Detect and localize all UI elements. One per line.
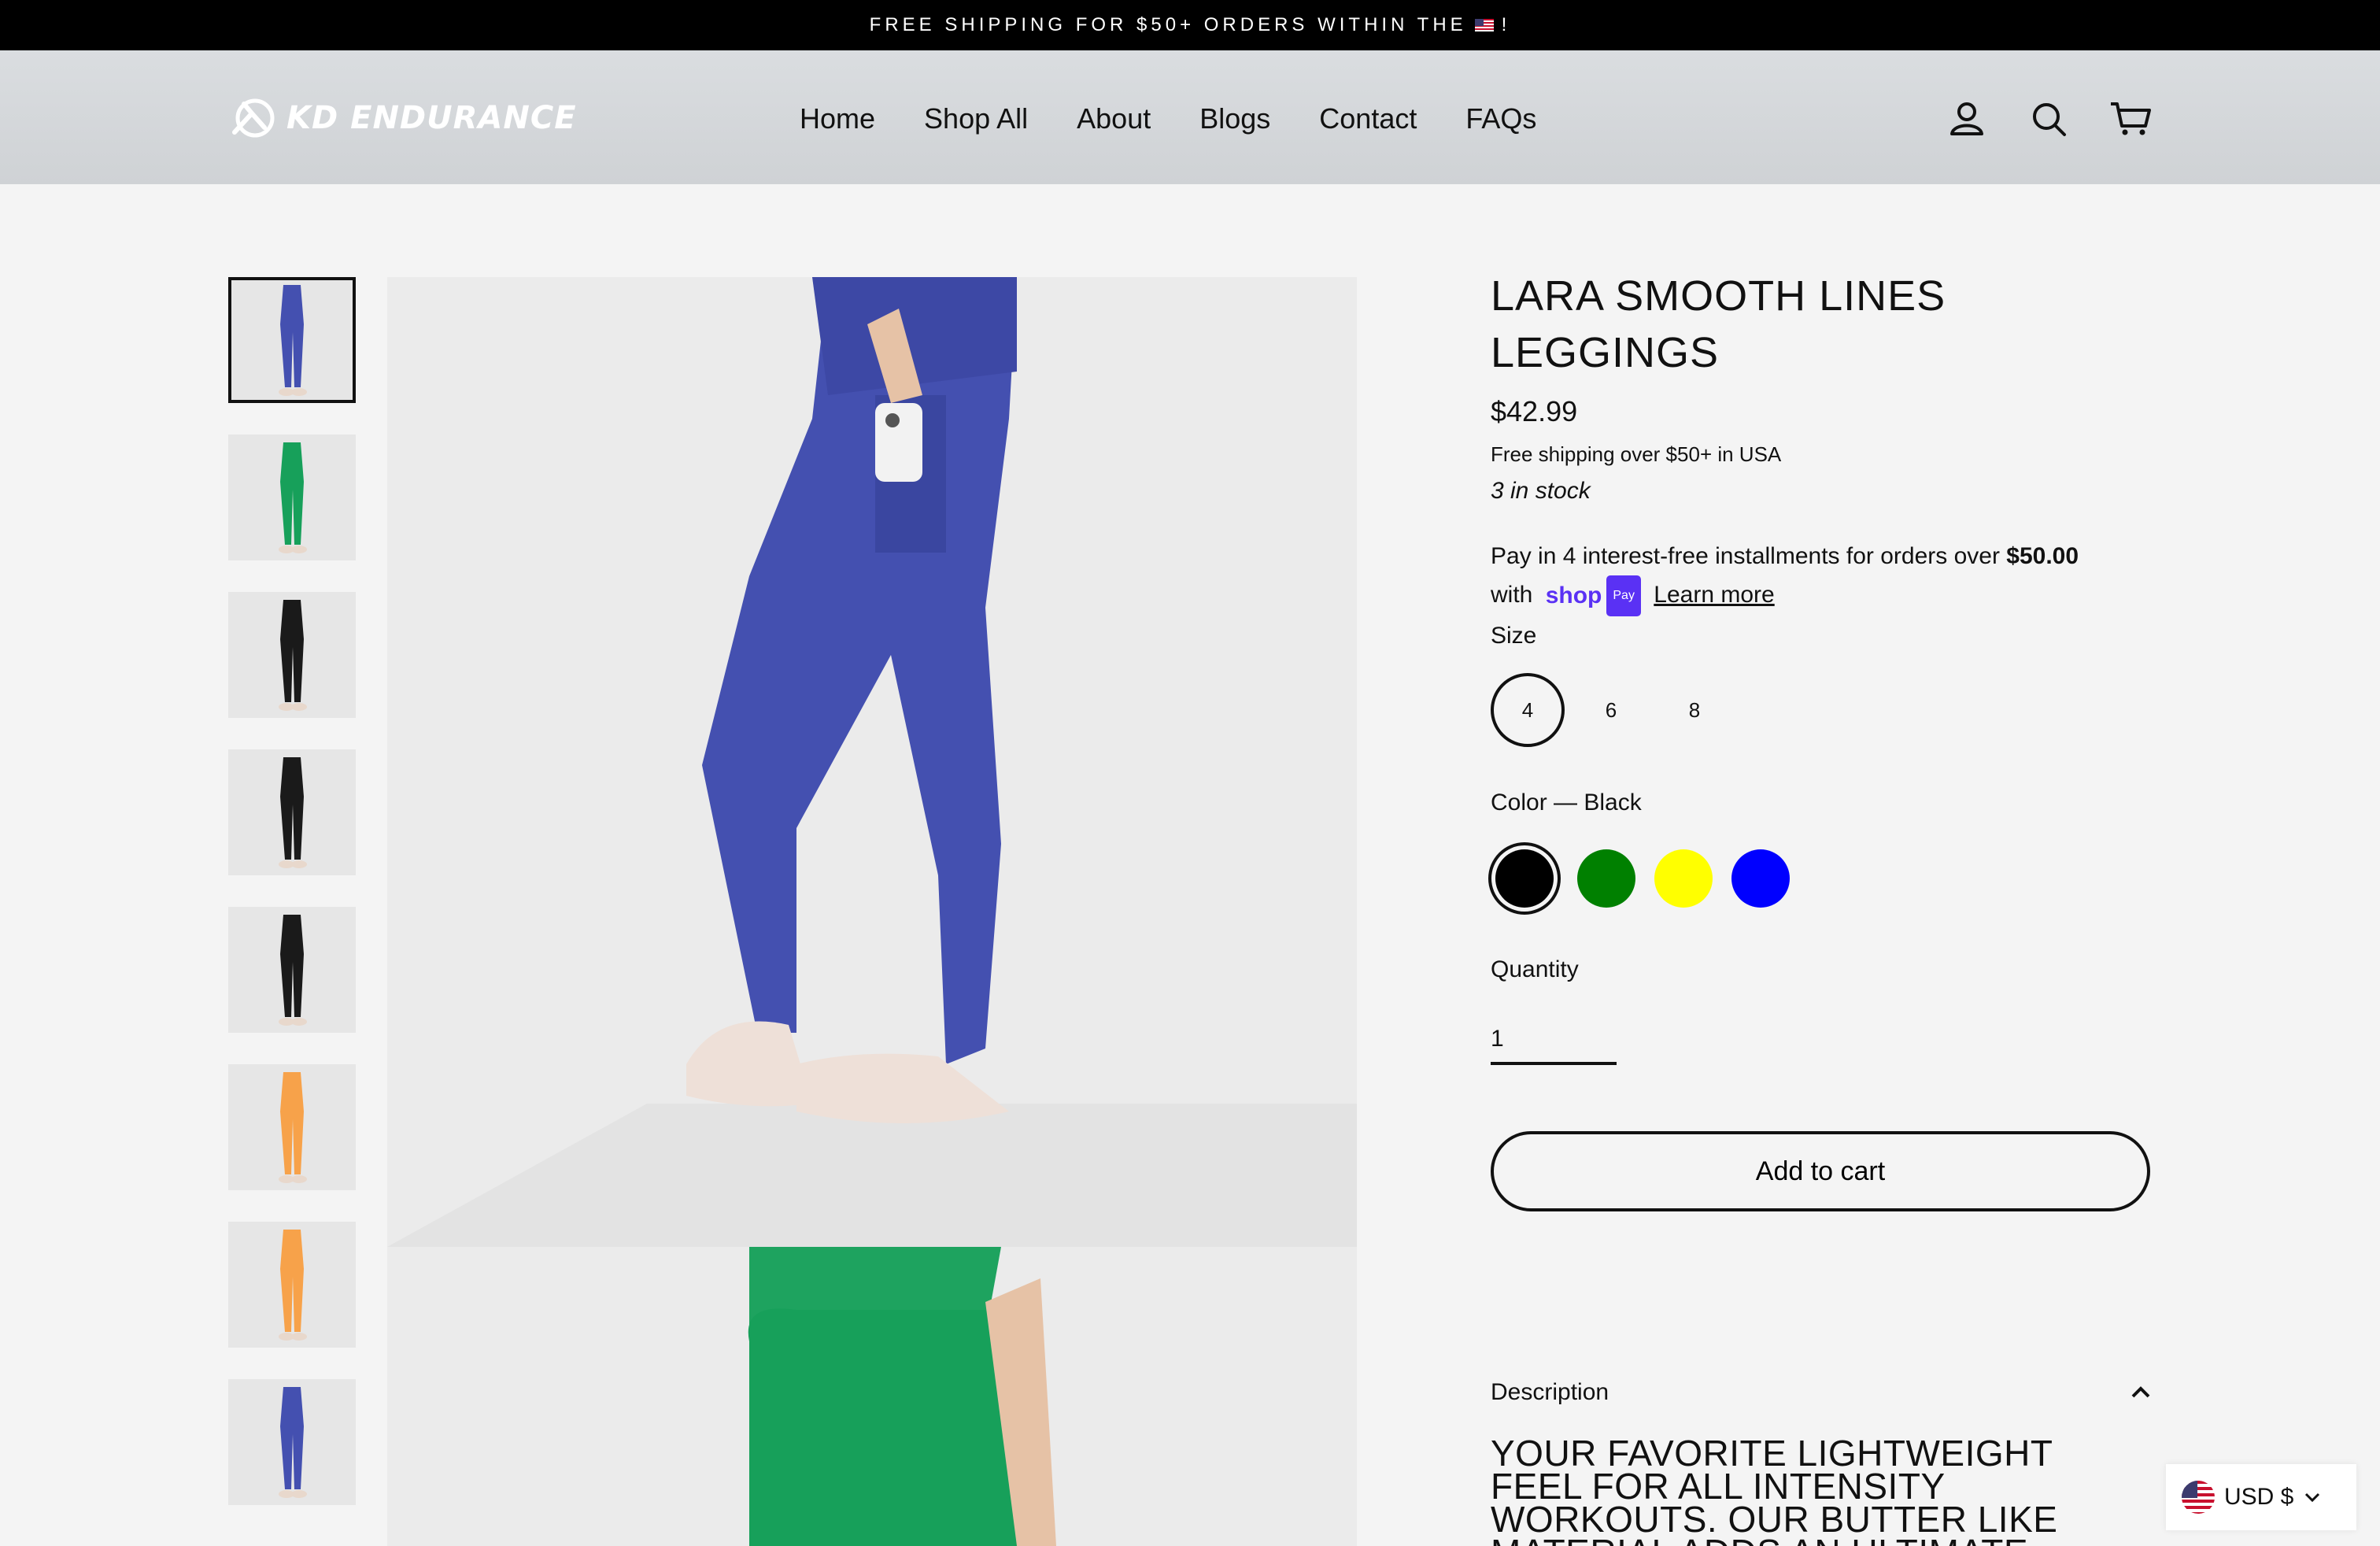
product-thumbnail[interactable]	[228, 1379, 356, 1505]
product-thumbnail[interactable]	[228, 1064, 356, 1190]
announcement-text: FREE SHIPPING FOR $50+ ORDERS WITHIN THE	[869, 14, 1467, 35]
search-icon[interactable]	[2027, 98, 2070, 140]
product-title: LARA SMOOTH LINES LEGGINGS	[1491, 272, 1946, 376]
green-leggings-image	[387, 1247, 1357, 1546]
installments-amount: $50.00	[2006, 543, 2079, 569]
color-swatch-yellow[interactable]	[1654, 849, 1713, 908]
thumbnail-list	[228, 277, 356, 1537]
header-icons	[1946, 98, 2152, 140]
shop-pay-badge: Pay	[1606, 575, 1641, 616]
nav-blogs[interactable]: Blogs	[1199, 99, 1270, 139]
description-text: YOUR FAVORITE LIGHTWEIGHT FEEL FOR ALL I…	[1491, 1437, 2058, 1546]
installments-with: with	[1491, 581, 1533, 608]
product-secondary-image[interactable]	[387, 1247, 1357, 1546]
size-option-8[interactable]: 8	[1658, 673, 1731, 747]
nav-contact[interactable]: Contact	[1319, 99, 1417, 139]
leggings-image	[387, 277, 1357, 1247]
product-thumbnail[interactable]	[228, 592, 356, 718]
thumbnail-figure	[228, 592, 356, 718]
stock-status: 3 in stock	[1491, 478, 1591, 504]
shop-pay-word: shop	[1545, 583, 1602, 608]
learn-more-link[interactable]: Learn more	[1654, 582, 1774, 608]
thumbnail-figure	[228, 1222, 356, 1348]
product-thumbnail[interactable]	[228, 435, 356, 560]
account-icon[interactable]	[1946, 98, 1988, 140]
product-info: LARA SMOOTH LINES LEGGINGS $42.99 Free s…	[1491, 268, 2152, 1546]
size-option-6[interactable]: 6	[1574, 673, 1648, 747]
currency-selector[interactable]: USD $	[2166, 1464, 2356, 1530]
nav-faqs[interactable]: FAQs	[1465, 99, 1536, 139]
product-main-image[interactable]	[387, 277, 1357, 1247]
nav-home[interactable]: Home	[800, 99, 875, 139]
thumbnail-figure	[228, 277, 356, 403]
color-swatch-blue[interactable]	[1731, 849, 1790, 908]
product-thumbnail[interactable]	[228, 1222, 356, 1348]
cart-icon[interactable]	[2109, 98, 2152, 140]
product-thumbnail[interactable]	[228, 277, 356, 403]
color-options	[1491, 845, 2152, 912]
quantity-label: Quantity	[1491, 956, 1579, 982]
color-label: Color — Black	[1491, 790, 1642, 816]
size-label: Size	[1491, 623, 1537, 649]
description-label: Description	[1491, 1379, 1609, 1405]
thumbnail-figure	[228, 749, 356, 875]
thumbnail-figure	[228, 907, 356, 1033]
us-flag-icon	[1474, 19, 1494, 31]
shop-pay-logo: shop Pay	[1546, 575, 1641, 616]
nav-about[interactable]: About	[1077, 99, 1151, 139]
color-swatch-black[interactable]	[1495, 849, 1554, 908]
brand-mark-icon	[232, 98, 275, 138]
currency-label: USD $	[2224, 1484, 2294, 1510]
installments-text: Pay in 4 interest-free installments for …	[1491, 543, 2000, 569]
color-swatch-green[interactable]	[1577, 849, 1635, 908]
announcement-text-end: !	[1501, 14, 1511, 35]
thumbnail-figure	[228, 435, 356, 560]
installments-info: Pay in 4 interest-free installments for …	[1491, 538, 2152, 616]
add-to-cart-button[interactable]: Add to cart	[1491, 1131, 2150, 1211]
chevron-down-icon	[2305, 1492, 2320, 1503]
chevron-up-icon	[2131, 1386, 2150, 1398]
announcement-bar: FREE SHIPPING FOR $50+ ORDERS WITHIN THE…	[0, 0, 2380, 50]
nav-shop-all[interactable]: Shop All	[924, 99, 1028, 139]
brand-name: KD ENDURANCE	[286, 100, 577, 136]
size-options: 4 6 8	[1491, 673, 2152, 747]
product-thumbnail[interactable]	[228, 749, 356, 875]
description-toggle[interactable]: Description	[1491, 1377, 2152, 1408]
shipping-note: Free shipping over $50+ in USA	[1491, 442, 1782, 466]
size-option-4[interactable]: 4	[1491, 673, 1565, 747]
product-price: $42.99	[1491, 395, 1578, 427]
brand-logo[interactable]: KD ENDURANCE	[228, 93, 577, 143]
site-header: KD ENDURANCE Home Shop All About Blogs C…	[0, 50, 2380, 184]
thumbnail-figure	[228, 1379, 356, 1505]
us-flag-icon	[2182, 1481, 2215, 1514]
product-thumbnail[interactable]	[228, 907, 356, 1033]
main-nav: Home Shop All About Blogs Contact FAQs	[800, 99, 1536, 139]
thumbnail-figure	[228, 1064, 356, 1190]
quantity-input[interactable]: 1	[1491, 1002, 1617, 1065]
